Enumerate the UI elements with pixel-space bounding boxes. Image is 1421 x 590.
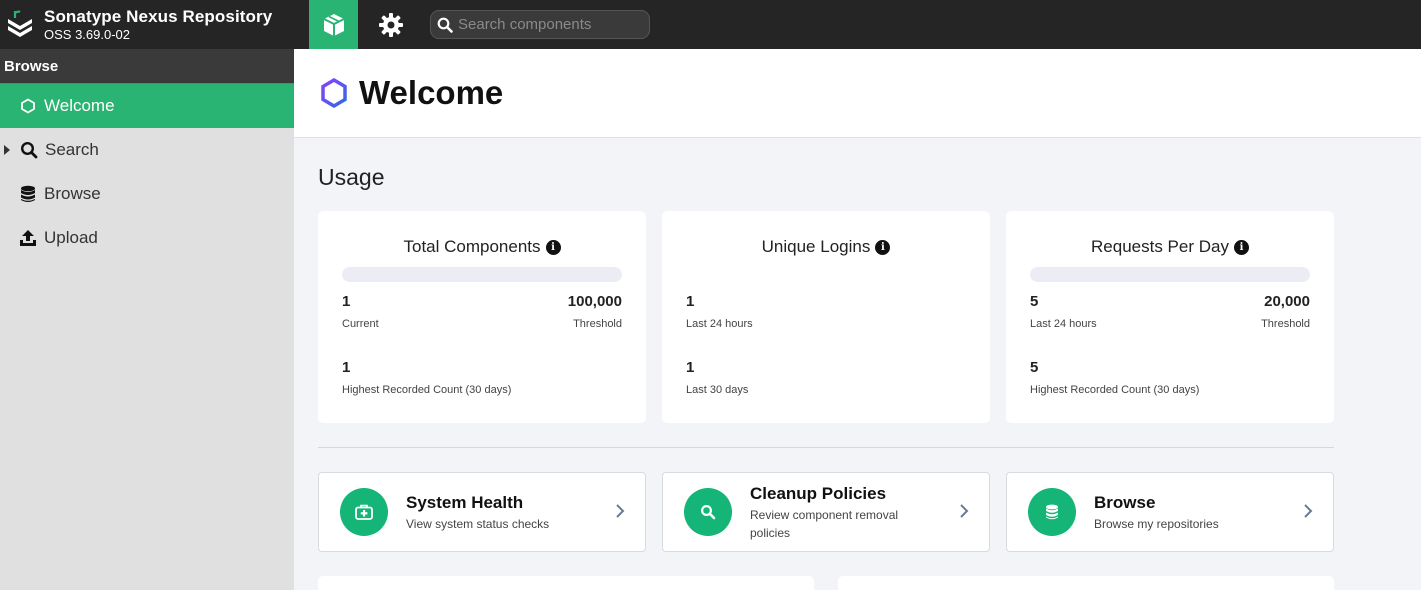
sidebar-item-upload[interactable]: Upload: [0, 216, 294, 260]
top-bar: Sonatype Nexus Repository OSS 3.69.0-02: [0, 0, 1421, 49]
sidebar-item-label: Welcome: [44, 96, 115, 115]
search-box[interactable]: [430, 10, 650, 39]
sidebar-item-browse[interactable]: Browse: [0, 172, 294, 216]
app-version: OSS 3.69.0-02: [44, 27, 130, 42]
requests-per-day-card: Requests Per Day i 5 20,000 Last 24 hour…: [1006, 211, 1334, 423]
threshold-label: Threshold: [573, 318, 622, 330]
highest-label: Highest Recorded Count (30 days): [1030, 384, 1200, 396]
chevron-right-icon: [616, 504, 625, 518]
sidebar-item-label: Search: [45, 140, 99, 159]
chevron-right-icon: [960, 504, 969, 518]
bottom-card-right: [838, 576, 1334, 590]
sidebar-item-label: Browse: [44, 184, 101, 203]
database-icon: [18, 184, 38, 204]
page-header: Welcome: [294, 49, 1421, 138]
section-title-usage: Usage: [318, 164, 385, 190]
last30-label: Last 30 days: [686, 384, 749, 396]
card-title: Total Components i: [318, 237, 646, 257]
search-input[interactable]: [458, 16, 638, 33]
total-components-card: Total Components i 1 100,000 Current Thr…: [318, 211, 646, 423]
search-icon: [684, 488, 732, 536]
search-icon: [437, 17, 453, 33]
expand-arrow-icon[interactable]: [4, 145, 10, 155]
threshold-value: 100,000: [567, 293, 622, 310]
card-title: Requests Per Day i: [1006, 237, 1334, 257]
link-title: System Health: [406, 493, 524, 512]
card-title-text: Unique Logins: [761, 237, 871, 256]
gear-icon: [378, 12, 403, 37]
sonatype-logo: [8, 10, 32, 37]
sidebar-item-label: Upload: [44, 228, 98, 247]
card-title-text: Total Components: [403, 237, 541, 256]
sidebar-item-welcome[interactable]: Welcome: [0, 84, 294, 128]
main-content: Welcome Usage Total Components i 1 100,0…: [294, 49, 1421, 590]
sidebar-header: Browse: [0, 49, 294, 84]
highest-label: Highest Recorded Count (30 days): [342, 384, 512, 396]
last24-value: 1: [686, 293, 695, 310]
link-title: Cleanup Policies: [750, 484, 887, 503]
section-divider: [318, 447, 1334, 448]
sidebar-item-search[interactable]: Search: [0, 128, 294, 172]
highest-value: 1: [342, 359, 351, 376]
browse-link[interactable]: Browse Browse my repositories: [1006, 472, 1334, 552]
brand[interactable]: Sonatype Nexus Repository OSS 3.69.0-02: [0, 0, 309, 49]
info-icon[interactable]: i: [1233, 239, 1249, 255]
threshold-label: Threshold: [1261, 318, 1310, 330]
browse-mode-button[interactable]: [309, 0, 358, 49]
current-label: Current: [342, 318, 379, 330]
threshold-value: 20,000: [1264, 293, 1310, 310]
chevron-right-icon: [1304, 504, 1313, 518]
card-title: Unique Logins i: [662, 237, 990, 257]
sidebar: Browse Welcome Search Browse Upload: [0, 49, 294, 590]
admin-mode-button[interactable]: [366, 0, 415, 49]
requests-progress-bar: [1030, 267, 1310, 282]
last24-value: 5: [1030, 293, 1039, 310]
upload-icon: [18, 228, 38, 248]
unique-logins-card: Unique Logins i 1 Last 24 hours 1 Last 3…: [662, 211, 990, 423]
link-desc: Browse my repositories: [1094, 517, 1219, 531]
page-title: Welcome: [359, 74, 504, 111]
database-icon: [1028, 488, 1076, 536]
current-value: 1: [342, 293, 351, 310]
cube-icon: [323, 13, 344, 36]
info-icon[interactable]: i: [545, 239, 561, 255]
last24-label: Last 24 hours: [1030, 318, 1097, 330]
bottom-card-left: [318, 576, 814, 590]
link-desc: Review component removal policies: [750, 508, 899, 540]
search-icon: [19, 140, 39, 160]
medkit-icon: [340, 488, 388, 536]
cleanup-policies-link[interactable]: Cleanup Policies Review component remova…: [662, 472, 990, 552]
info-icon[interactable]: i: [875, 239, 891, 255]
last30-value: 1: [686, 359, 695, 376]
components-progress-bar: [342, 267, 622, 282]
system-health-link[interactable]: System Health View system status checks: [318, 472, 646, 552]
link-title: Browse: [1094, 493, 1156, 512]
hexagon-icon: [321, 77, 347, 109]
hexagon-icon: [18, 96, 38, 116]
card-title-text: Requests Per Day: [1091, 237, 1229, 256]
last24-label: Last 24 hours: [686, 318, 753, 330]
app-title: Sonatype Nexus Repository: [44, 7, 273, 26]
highest-value: 5: [1030, 359, 1039, 376]
link-desc: View system status checks: [406, 517, 550, 531]
